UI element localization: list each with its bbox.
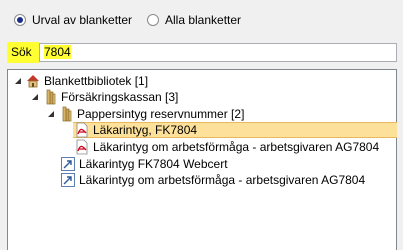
radio-label-selected-forms[interactable]: Urval av blanketter [32, 13, 132, 27]
link-arrow-icon [60, 156, 76, 172]
search-input[interactable]: 7804 [39, 43, 397, 62]
tree-node-lakarintyg-fk7804[interactable]: Läkarintyg, FK7804 [74, 122, 197, 138]
folder-books-icon [58, 106, 74, 122]
form-filter-radio-group: Urval av blanketter Alla blanketter [0, 13, 403, 31]
tree-node-label: Läkarintyg om arbetsförmåga - arbetsgiva… [93, 140, 380, 154]
radio-all-forms[interactable]: Alla blanketter [147, 13, 241, 27]
tree-node-library[interactable]: Blankettbibliotek [1] [13, 73, 148, 89]
tree-node-webcert[interactable]: Läkarintyg FK7804 Webcert [60, 156, 228, 172]
pdf-document-icon [74, 122, 90, 138]
tree-node-label: Pappersintyg reservnummer [2] [77, 107, 245, 121]
link-arrow-icon [60, 172, 76, 188]
tree-node-label: Läkarintyg, FK7804 [93, 123, 198, 137]
tree-node-label: Läkarintyg FK7804 Webcert [79, 157, 228, 171]
expanded-triangle-icon[interactable] [46, 110, 55, 119]
form-library-tree[interactable]: Blankettbibliotek [1] Försäkringskassan … [7, 69, 397, 250]
expanded-triangle-icon[interactable] [30, 93, 39, 102]
radio-circle-unselected[interactable] [147, 14, 159, 26]
folder-books-icon [42, 89, 58, 105]
tree-node-forsakringskassan[interactable]: Försäkringskassan [3] [30, 89, 178, 105]
tree-node-label: Blankettbibliotek [1] [44, 74, 149, 88]
radio-dot [17, 17, 23, 23]
expanded-triangle-icon[interactable] [13, 77, 22, 86]
search-input-value: 7804 [44, 45, 71, 59]
radio-circle-selected[interactable] [14, 14, 26, 26]
library-house-icon [25, 73, 41, 89]
tree-node-ag7804-link[interactable]: Läkarintyg om arbetsförmåga - arbetsgiva… [60, 172, 365, 188]
pdf-document-icon [74, 139, 90, 155]
search-label: Sök [7, 42, 39, 63]
tree-node-lakarintyg-ag7804[interactable]: Läkarintyg om arbetsförmåga - arbetsgiva… [74, 139, 379, 155]
radio-label-all-forms[interactable]: Alla blanketter [165, 13, 241, 27]
tree-node-label: Läkarintyg om arbetsförmåga - arbetsgiva… [79, 173, 366, 187]
tree-node-pappersintyg[interactable]: Pappersintyg reservnummer [2] [46, 106, 244, 122]
radio-selected-forms[interactable]: Urval av blanketter [14, 13, 132, 27]
tree-node-label: Försäkringskassan [3] [61, 90, 179, 104]
